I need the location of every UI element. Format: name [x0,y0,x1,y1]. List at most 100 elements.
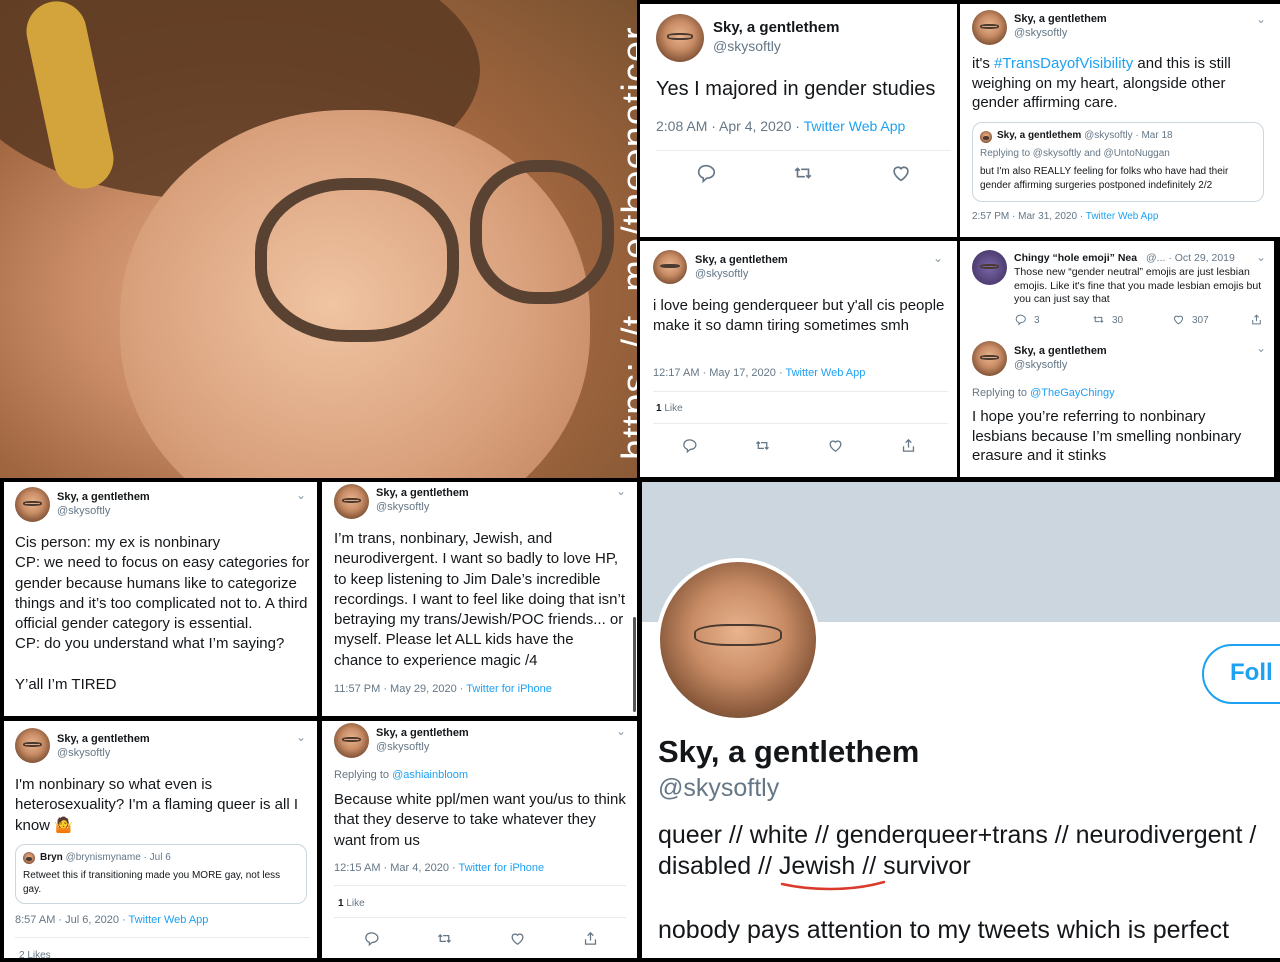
replying-to: Replying to @ashiainbloom [334,769,468,781]
retweet-icon[interactable] [792,162,814,184]
source-link[interactable]: Twitter Web App [129,914,209,926]
retweet-icon[interactable] [754,437,771,454]
hashtag-link[interactable]: #TransDayofVisibility [994,55,1133,72]
source-link[interactable]: Twitter Web App [804,118,906,134]
tweet-card-nonbinary-lesbians[interactable]: Chingy “hole emoji” Nea @... · Oct 29, 2… [960,241,1274,477]
reply-icon[interactable] [681,437,698,454]
display-name[interactable]: Sky, a gentlethem [57,733,150,745]
display-name[interactable]: Sky, a gentlethem [695,254,788,266]
chevron-down-icon[interactable]: ⌄ [296,730,306,744]
display-name[interactable]: Sky, a gentlethem [376,487,469,499]
glasses-shape-right [470,160,614,304]
top-display-name[interactable]: Chingy “hole emoji” Nea [1014,252,1137,264]
reply-icon[interactable] [695,162,717,184]
quoted-name: Bryn [40,852,63,863]
display-name[interactable]: Sky, a gentlethem [1014,345,1107,357]
tweet-card-studies[interactable]: Sky, a gentlethem @skysoftly Yes I major… [640,4,957,237]
tweet-card-hp[interactable]: Sky, a gentlethem @skysoftly ⌄ I’m trans… [322,482,637,716]
tweet-card-genderqueer[interactable]: Sky, a gentlethem @skysoftly ⌄ i love be… [640,241,957,477]
source-link[interactable]: Twitter Web App [1086,211,1159,222]
tweet-card-tired[interactable]: Sky, a gentlethem @skysoftly ⌄ Cis perso… [4,482,317,716]
chevron-down-icon[interactable]: ⌄ [296,488,306,502]
avatar[interactable] [972,10,1007,45]
portrait-photo: https: //t. me/theenoticer [0,0,637,478]
timestamp: 12:17 AM · May 17, 2020 · [653,367,786,379]
share-icon[interactable] [900,437,917,454]
reply-icon[interactable] [1014,313,1027,326]
chevron-down-icon[interactable]: ⌄ [616,484,626,498]
display-name[interactable]: Sky, a gentlethem [57,491,150,503]
display-name[interactable]: Sky, a gentlethem [713,19,839,36]
user-handle[interactable]: @skysoftly [1014,359,1067,371]
chevron-down-icon[interactable]: ⌄ [616,724,626,738]
like-icon[interactable] [509,930,526,947]
avatar[interactable] [15,487,50,522]
source-link[interactable]: Twitter Web App [785,367,865,379]
follow-button[interactable]: Foll [1202,644,1280,704]
user-handle[interactable]: @skysoftly [713,38,781,54]
replying-link[interactable]: @TheGayChingy [1030,387,1115,399]
tweet-card-heterosexuality[interactable]: Sky, a gentlethem @skysoftly ⌄ I'm nonbi… [4,721,317,958]
divider [653,391,948,392]
tweet-text: Cis person: my ex is nonbinary CP: we ne… [15,533,310,695]
avatar[interactable] [15,728,50,763]
timestamp: 12:15 AM · Mar 4, 2020 · [334,862,459,874]
source-link[interactable]: Twitter for iPhone [466,683,552,695]
avatar[interactable] [334,484,369,519]
user-handle[interactable]: @skysoftly [57,747,110,759]
like-icon[interactable] [890,162,912,184]
profile-card: Foll Sky, a gentlethem @skysoftly queer … [642,482,1280,958]
avatar [23,852,35,864]
likes-count[interactable]: 1 Like [656,403,683,414]
display-name[interactable]: Sky, a gentlethem [1014,13,1107,25]
tweet-text: i love being genderqueer but y'all cis p… [653,297,945,334]
profile-avatar[interactable] [656,558,820,722]
likes-count[interactable]: 1 Like [338,898,365,909]
watermark-text: https: //t. me/theenoticer [615,26,637,460]
like-count: 307 [1192,315,1209,326]
user-handle[interactable]: @skysoftly [376,741,429,753]
display-name[interactable]: Sky, a gentlethem [376,727,469,739]
like-icon[interactable] [827,437,844,454]
avatar[interactable] [334,723,369,758]
avatar[interactable] [972,341,1007,376]
profile-handle: @skysoftly [658,774,780,802]
chevron-down-icon[interactable]: ⌄ [1256,250,1266,264]
retweet-icon[interactable] [1092,313,1105,326]
chevron-down-icon[interactable]: ⌄ [933,251,943,265]
avatar[interactable] [653,250,687,284]
tweet-meta: 12:17 AM · May 17, 2020 · Twitter Web Ap… [653,367,865,379]
retweet-icon[interactable] [436,930,453,947]
user-handle[interactable]: @skysoftly [1014,27,1067,39]
user-handle[interactable]: @skysoftly [376,501,429,513]
divider [334,917,626,918]
share-icon[interactable] [582,930,599,947]
share-icon[interactable] [1250,313,1263,326]
source-link[interactable]: Twitter for iPhone [459,862,545,874]
chevron-down-icon[interactable]: ⌄ [1256,341,1266,355]
tweet-card-tdov[interactable]: Sky, a gentlethem @skysoftly ⌄ it's #Tra… [960,4,1280,237]
profile-name: Sky, a gentlethem [658,734,920,769]
divider [656,150,951,151]
profile-bio-line3: nobody pays attention to my tweets which… [658,916,1230,944]
quoted-tweet[interactable]: Sky, a gentlethem @skysoftly · Mar 18 Re… [972,122,1264,202]
profile-bio-line2: disabled // Jewish // survivor [658,852,971,881]
likes-count[interactable]: 2 Likes [19,950,51,958]
avatar[interactable] [656,14,704,62]
user-handle[interactable]: @skysoftly [57,505,110,517]
tweet-line: CP: do you understand what I’m saying? [15,635,285,653]
chevron-down-icon[interactable]: ⌄ [1256,12,1266,26]
avatar[interactable] [972,250,1007,285]
user-handle[interactable]: @skysoftly [695,268,748,280]
top-tweet-text: Those new “gender neutral” emojis are ju… [1014,266,1262,306]
replying-link[interactable]: @ashiainbloom [392,769,468,781]
reply-icon[interactable] [363,930,380,947]
like-icon[interactable] [1172,313,1185,326]
quoted-tweet[interactable]: Bryn @brynismyname · Jul 6 Retweet this … [15,844,307,904]
tweet-card-white-men[interactable]: Sky, a gentlethem @skysoftly ⌄ Replying … [322,721,637,958]
top-meta: @... · Oct 29, 2019 [1146,252,1235,264]
scrollbar[interactable] [633,617,636,712]
tweet-line: Cis person: my ex is nonbinary [15,534,221,551]
bio-jewish: Jewish [778,852,856,880]
avatar [980,131,992,143]
